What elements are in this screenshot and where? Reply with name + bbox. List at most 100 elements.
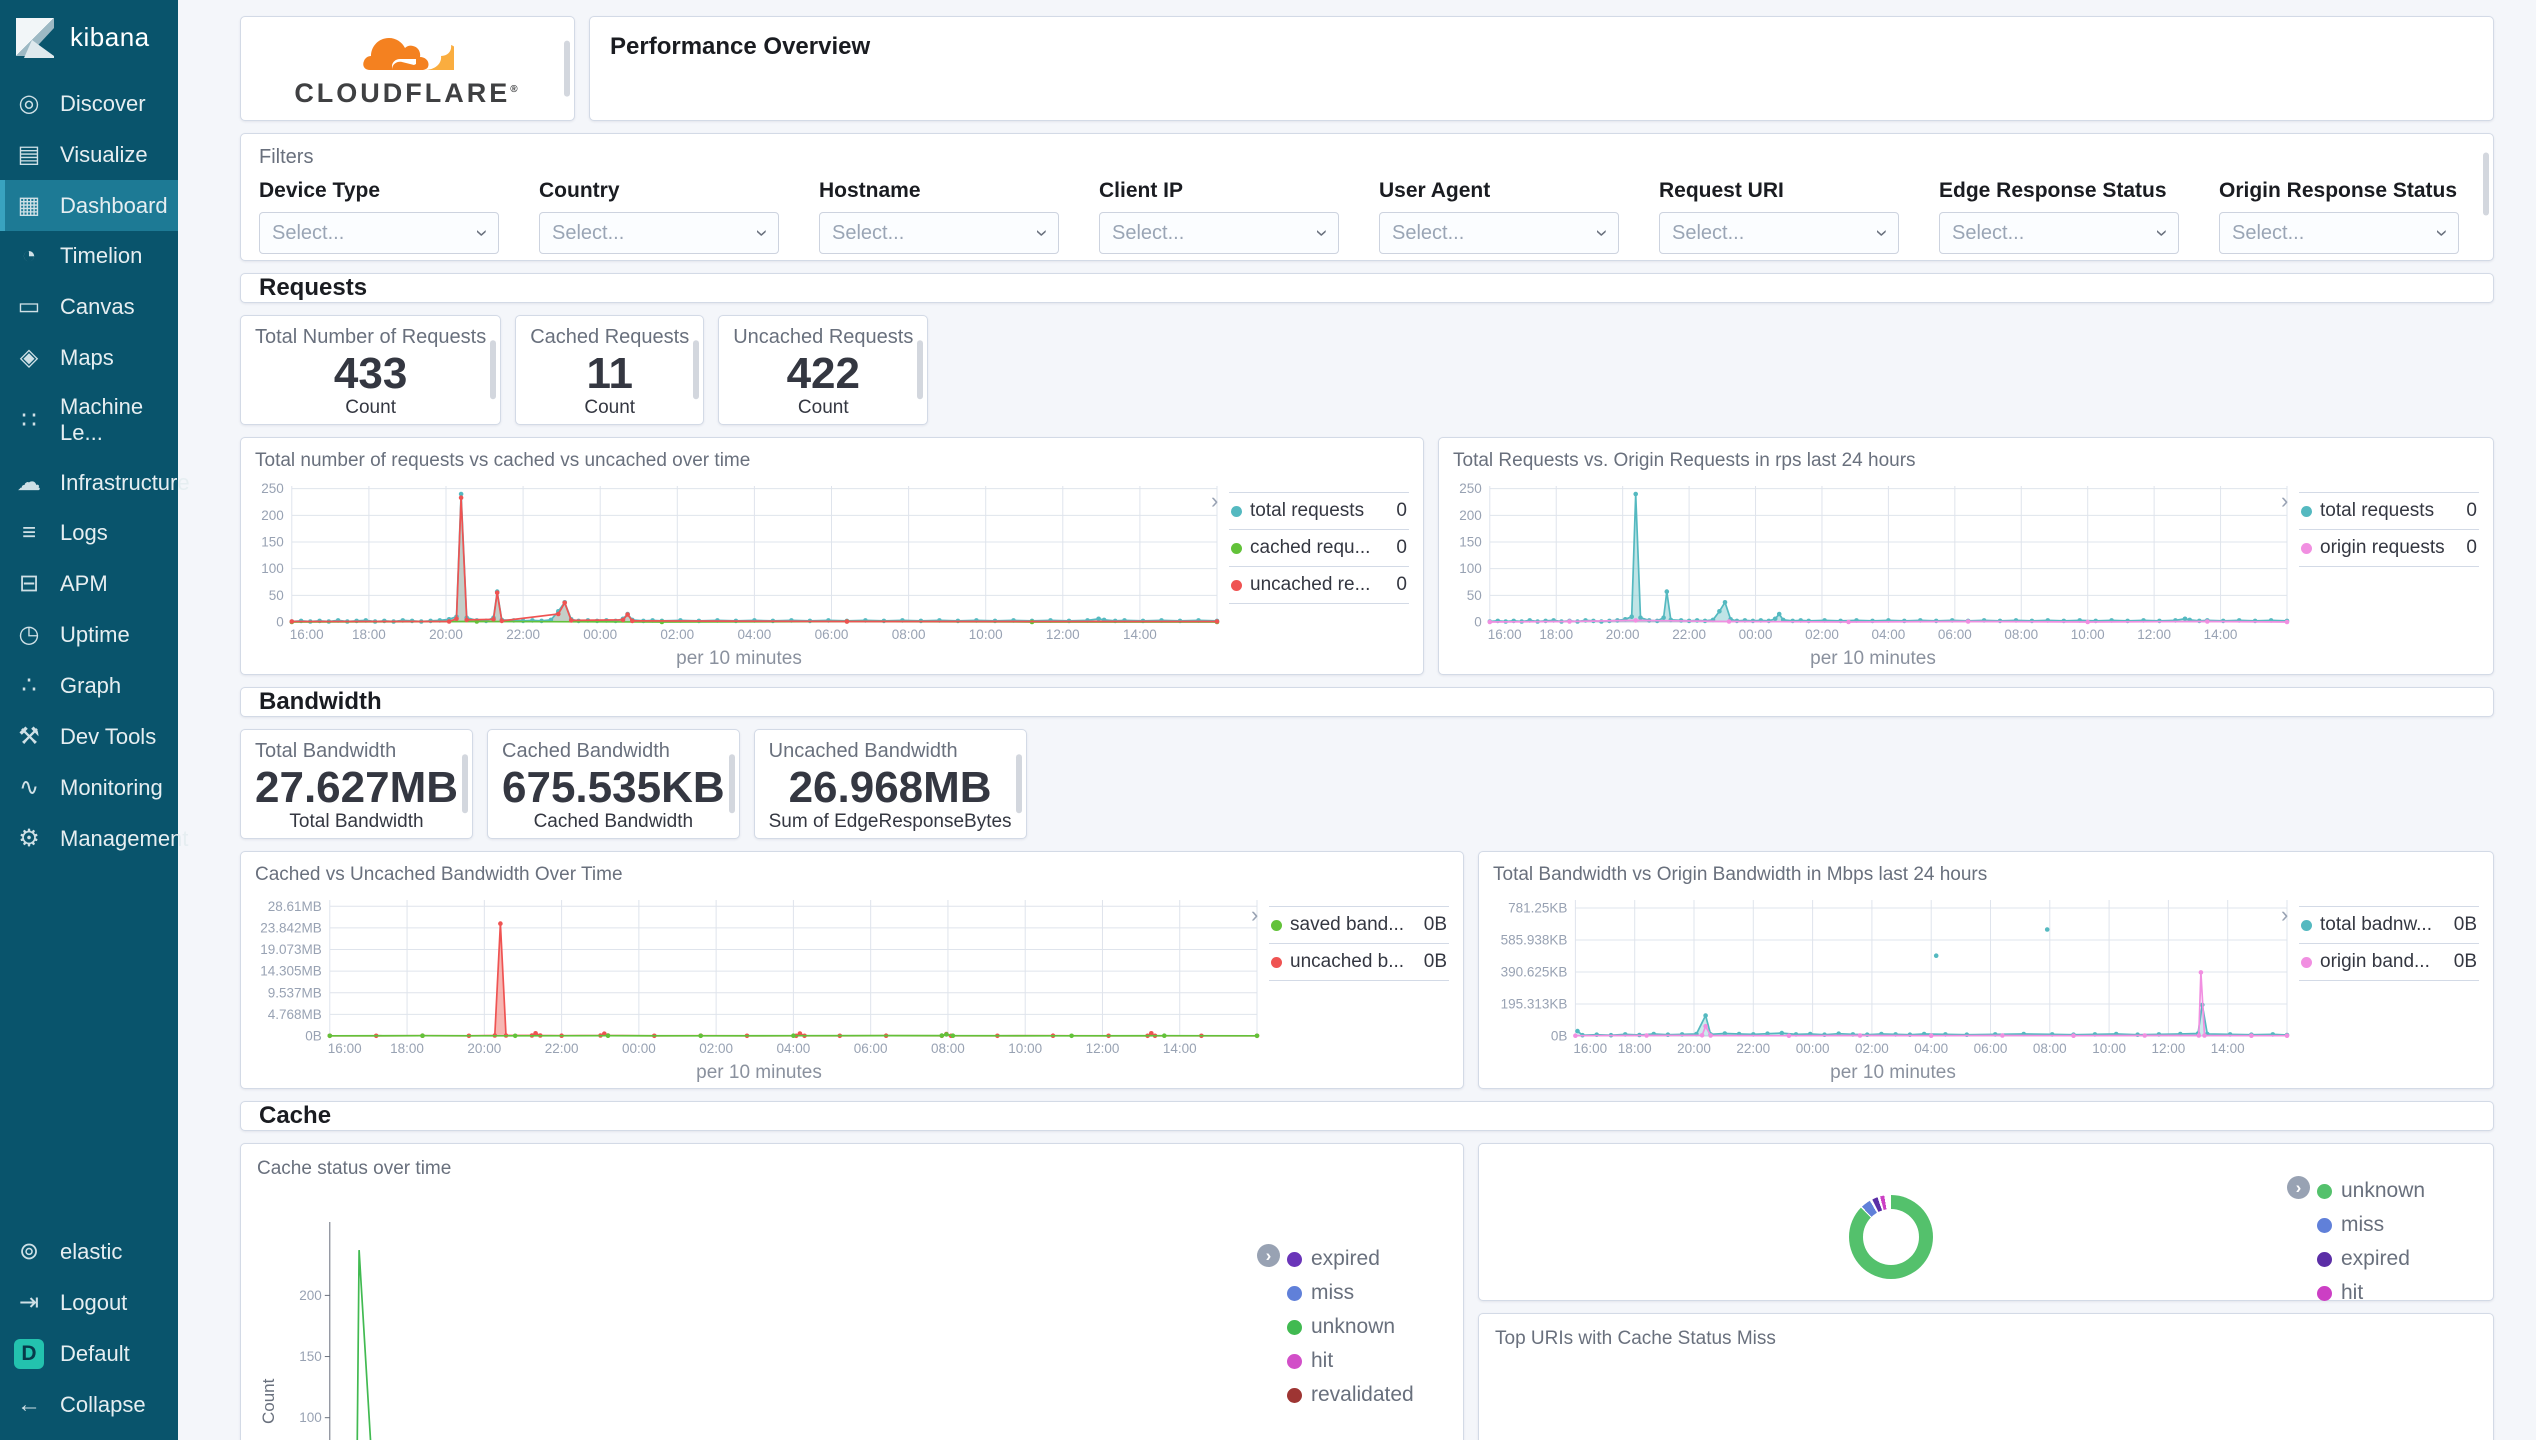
sidebar-footer-item[interactable]: ⊚ elastic	[0, 1226, 178, 1277]
panel-scrollbar[interactable]	[462, 754, 469, 814]
legend-item[interactable]: uncached b... 0B	[1269, 944, 1449, 981]
filter-select[interactable]: Select... ›	[1939, 212, 2179, 254]
sidebar-item[interactable]: ◈ Maps	[0, 332, 178, 383]
metric-value: 26.968MB	[788, 763, 992, 812]
legend-color-dot	[1287, 1251, 1302, 1267]
sidebar-item[interactable]: ▤ Visualize	[0, 129, 178, 180]
machine-learning-icon: ∷	[21, 406, 37, 434]
user-icon: ⊚	[18, 1238, 40, 1265]
sidebar-item-label: Uptime	[60, 621, 130, 647]
chevron-down-icon: ›	[750, 229, 776, 237]
sidebar-footer-item[interactable]: D Default	[0, 1328, 178, 1380]
sidebar-item[interactable]: ∴ Graph	[0, 660, 178, 711]
panel-scrollbar[interactable]	[693, 340, 700, 400]
filter-select[interactable]: Select... ›	[1659, 212, 1899, 254]
svg-text:18:00: 18:00	[390, 1041, 424, 1056]
panel-scrollbar[interactable]	[564, 40, 570, 97]
chart-title: Total Bandwidth vs Origin Bandwidth in M…	[1493, 864, 1988, 885]
sidebar-item[interactable]: ▦ Dashboard	[0, 180, 178, 231]
metric-value: 433	[333, 349, 408, 398]
legend-color-dot	[1287, 1353, 1302, 1369]
expand-legend-icon[interactable]: ›	[1257, 1244, 1280, 1267]
filter-select[interactable]: Select... ›	[819, 212, 1059, 254]
sidebar-item-label: Infrastructure	[60, 469, 190, 495]
cloudflare-cloud-icon	[362, 29, 458, 76]
sidebar-item[interactable]: ∿ Monitoring	[0, 762, 178, 813]
panel-scrollbar[interactable]	[490, 340, 497, 400]
filter-select[interactable]: Select... ›	[259, 212, 499, 254]
legend-item[interactable]: uncached re... 0	[1229, 567, 1409, 604]
filter-select[interactable]: Select... ›	[1379, 212, 1619, 254]
panel-scrollbar[interactable]	[728, 754, 735, 814]
legend-item[interactable]: hit	[2287, 1276, 2477, 1310]
legend-item[interactable]: revalidated	[1257, 1378, 1447, 1412]
svg-text:23.842MB: 23.842MB	[260, 920, 322, 935]
sidebar-item[interactable]: ⚒ Dev Tools	[0, 711, 178, 762]
svg-text:22:00: 22:00	[506, 627, 540, 642]
expand-legend-icon[interactable]: ›	[2281, 902, 2288, 928]
legend-item[interactable]: total requests 0	[1229, 492, 1409, 530]
sidebar-item[interactable]: ⚙ Management	[0, 813, 188, 864]
sidebar-item[interactable]: ∷ Machine Le...	[0, 383, 178, 457]
sidebar-item[interactable]: ◷ Uptime	[0, 609, 178, 660]
filter-select[interactable]: Select... ›	[539, 212, 779, 254]
filter-select[interactable]: Select... ›	[1099, 212, 1339, 254]
legend-item[interactable]: miss	[1257, 1276, 1447, 1310]
sidebar-item-label: Collapse	[60, 1392, 146, 1417]
expand-legend-icon[interactable]: ›	[1251, 902, 1258, 928]
legend-item[interactable]: expired	[1257, 1242, 1447, 1276]
legend-item[interactable]: origin requests 0	[2299, 530, 2479, 567]
chevron-down-icon: ›	[1310, 229, 1336, 237]
svg-text:04:00: 04:00	[777, 1041, 811, 1056]
legend-item[interactable]: cached requ... 0	[1229, 530, 1409, 567]
svg-text:50: 50	[1467, 588, 1482, 603]
sidebar-item[interactable]: ◎ Discover	[0, 78, 178, 129]
svg-text:12:00: 12:00	[2152, 1041, 2186, 1056]
svg-text:20:00: 20:00	[1677, 1041, 1711, 1056]
expand-legend-icon[interactable]: ›	[2281, 488, 2288, 514]
svg-text:100: 100	[261, 561, 284, 576]
legend-item[interactable]: total badnw... 0B	[2299, 906, 2479, 944]
chevron-down-icon: ›	[1030, 229, 1056, 237]
expand-legend-icon[interactable]: ›	[1211, 488, 1218, 514]
metric-unit: Count	[345, 397, 396, 419]
legend-item[interactable]: total requests 0	[2299, 492, 2479, 530]
sidebar-item[interactable]: ≡ Logs	[0, 508, 178, 558]
chart-title: Total Requests vs. Origin Requests in rp…	[1453, 450, 1916, 471]
svg-text:02:00: 02:00	[1855, 1041, 1889, 1056]
legend-item[interactable]: saved band... 0B	[1269, 906, 1449, 944]
legend-item[interactable]: unknown	[2287, 1174, 2477, 1208]
panel-scrollbar[interactable]	[2483, 152, 2489, 216]
svg-text:00:00: 00:00	[622, 1041, 656, 1056]
svg-text:06:00: 06:00	[1938, 627, 1972, 642]
cache-status-ratio-donut[interactable]	[1849, 1195, 1933, 1279]
expand-legend-icon[interactable]: ›	[2287, 1176, 2310, 1199]
legend-item[interactable]: unknown	[1257, 1310, 1447, 1344]
legend-item[interactable]: expired	[2287, 1242, 2477, 1276]
legend-item[interactable]: origin band... 0B	[2299, 944, 2479, 981]
filter-select[interactable]: Select... ›	[2219, 212, 2459, 254]
svg-text:08:00: 08:00	[2004, 627, 2038, 642]
sidebar-item[interactable]: ◔ Timelion	[0, 231, 178, 281]
filters-row: Device Type Select... › Country Select..…	[259, 179, 2475, 254]
svg-text:0: 0	[276, 615, 284, 630]
legend-item[interactable]: hit	[1257, 1344, 1447, 1378]
sidebar-footer-item[interactable]: ⇥ Logout	[0, 1277, 178, 1328]
metric-panel: Total Number of Requests 433 Count	[240, 315, 502, 425]
sidebar-item[interactable]: ☁ Infrastructure	[0, 457, 190, 508]
filters-title: Filters	[259, 146, 314, 168]
sidebar-footer-item[interactable]: ← Collapse	[0, 1380, 178, 1430]
sidebar-item-label: Logs	[60, 520, 108, 545]
panel-scrollbar[interactable]	[1015, 754, 1022, 814]
metric-panel: Uncached Requests 422 Count	[718, 315, 929, 425]
filter-group: Origin Response Status Select... ›	[2219, 179, 2459, 254]
svg-text:06:00: 06:00	[1974, 1041, 2008, 1056]
section-header-cache: Cache	[240, 1101, 2494, 1131]
legend-item[interactable]: miss	[2287, 1208, 2477, 1242]
select-placeholder: Select...	[2232, 221, 2305, 244]
kibana-logo[interactable]: kibana	[0, 0, 178, 78]
sidebar-item[interactable]: ▭ Canvas	[0, 281, 178, 332]
sidebar-item[interactable]: ⊟ APM	[0, 558, 178, 609]
panel-scrollbar[interactable]	[917, 340, 924, 400]
collapse-icon: ←	[17, 1391, 41, 1418]
